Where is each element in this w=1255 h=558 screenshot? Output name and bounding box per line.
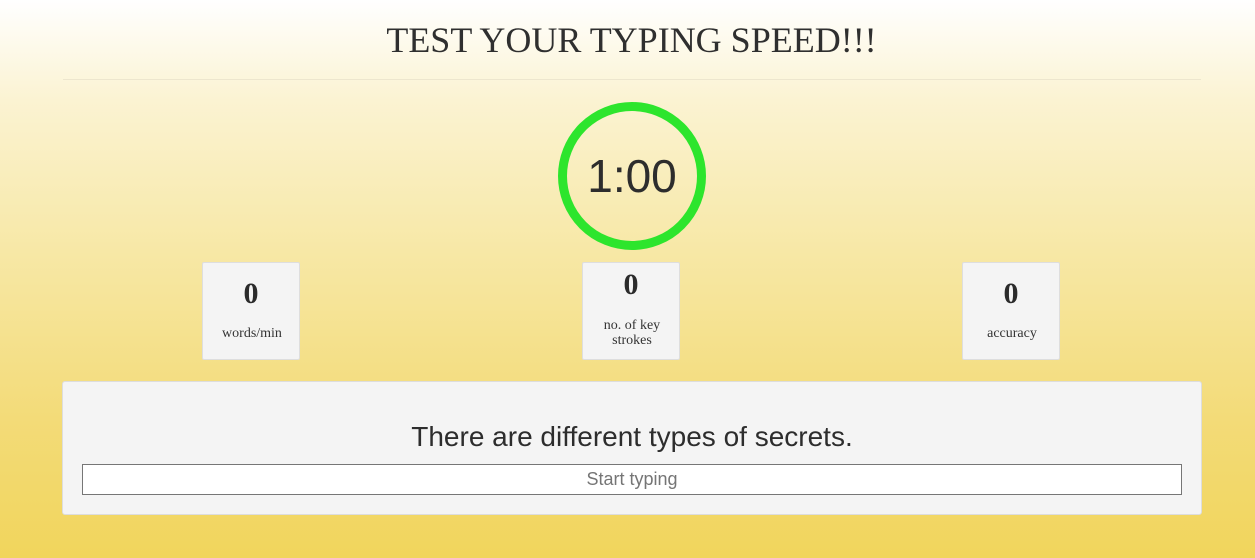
- stat-card-words-per-min: 0 words/min: [202, 262, 300, 360]
- typing-input[interactable]: [82, 464, 1182, 495]
- key-strokes-label: no. of key strokes: [603, 318, 661, 348]
- stat-card-accuracy: 0 accuracy: [962, 262, 1060, 360]
- stat-card-key-strokes: 0 no. of key strokes: [582, 262, 680, 360]
- accuracy-label: accuracy: [987, 326, 1037, 341]
- accuracy-value: 0: [1003, 277, 1019, 310]
- words-per-min-value: 0: [243, 277, 259, 310]
- timer-circle: 1:00: [558, 102, 706, 250]
- page-title: TEST YOUR TYPING SPEED!!!: [386, 20, 877, 60]
- timer-display: 1:00: [587, 150, 677, 202]
- target-sentence: There are different types of secrets.: [411, 421, 853, 452]
- words-per-min-label: words/min: [222, 326, 282, 341]
- title-divider: [63, 79, 1201, 80]
- typing-panel: There are different types of secrets.: [62, 381, 1202, 515]
- key-strokes-value: 0: [623, 268, 639, 301]
